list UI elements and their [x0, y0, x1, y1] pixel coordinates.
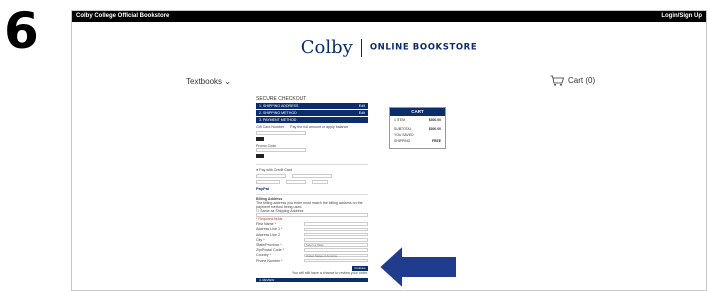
cart-summary: CART 1 ITEM $300.00 SUBTOTAL $300.00 YOU S…	[389, 107, 446, 149]
nav-textbooks-label: Textbooks	[186, 77, 223, 86]
cart-items-row: 1 ITEM $300.00	[390, 118, 445, 122]
gift-card-label: Gift Card Number	[256, 125, 285, 129]
continue-note: You will still have a chance to review y…	[291, 270, 368, 275]
logo-colby: Colby	[300, 37, 353, 58]
cart-saved-label: YOU SAVED	[394, 133, 414, 137]
step-label: 1. SHIPPING ADDRESS	[259, 104, 299, 108]
city-input[interactable]	[304, 237, 368, 242]
store-name[interactable]: Colby College Official Bookstore	[76, 11, 169, 22]
login-link[interactable]: Login/Sign Up	[661, 11, 702, 22]
step-shipping-address[interactable]: 1. SHIPPING ADDRESS Edit	[256, 103, 368, 109]
nav-cart[interactable]: Cart (0)	[550, 75, 595, 86]
logo-tagline: ONLINE BOOKSTORE	[369, 42, 478, 53]
logo-divider	[360, 38, 362, 57]
field-label: State/Province *	[256, 242, 282, 247]
phone-input[interactable]	[304, 258, 368, 263]
credit-card-label: Pay with Credit Card	[259, 167, 293, 172]
apply-gift-card-button[interactable]	[256, 137, 264, 141]
billing-field-row: Phone Number *	[256, 259, 368, 263]
first-name-input[interactable]	[304, 222, 368, 226]
billing-note: The billing address you enter must match…	[256, 201, 363, 209]
field-label: First Name *	[256, 222, 276, 227]
continue-button[interactable]: Continue	[352, 265, 368, 271]
cart-items-label: 1 ITEM	[394, 118, 405, 122]
card-fields-row-2	[256, 179, 368, 184]
cart-subtotal-row: SUBTOTAL $300.00	[390, 127, 445, 131]
address-line-2-input[interactable]	[304, 232, 368, 237]
step-number: 6	[4, 2, 39, 60]
card-type-select[interactable]	[256, 173, 286, 178]
checkbox-icon: ☐	[256, 209, 260, 213]
field-label: City *	[256, 237, 265, 242]
zip-input[interactable]	[304, 248, 368, 252]
billing-field-row: Address Line 1 *	[256, 227, 368, 231]
step-review[interactable]: 4. REVIEW	[256, 277, 368, 282]
pointer-arrow-icon	[377, 243, 458, 291]
card-fields-row	[256, 173, 368, 178]
step-shipping-method[interactable]: 2. SHIPPING METHOD Edit	[256, 110, 368, 116]
billing-field-row: Country * United States of America	[256, 253, 368, 257]
cart-shipping-label: SHIPPING	[394, 139, 411, 143]
step-edit[interactable]: Edit	[359, 110, 365, 116]
field-label: Zip/Postal Code *	[256, 248, 284, 253]
step-label: 3. PAYMENT METHOD	[259, 118, 297, 122]
cart-items-value: $300.00	[428, 118, 441, 122]
step-edit[interactable]: Edit	[359, 103, 365, 109]
gift-card-hint: Pay the full amount or apply balance	[290, 125, 349, 129]
billing-field-row: Address Line 2	[256, 233, 368, 237]
cart-shipping-row: SHIPPING FREE	[390, 139, 445, 143]
field-label: Country *	[256, 253, 271, 258]
expiration-select[interactable]	[286, 179, 306, 184]
divider	[256, 193, 368, 194]
state-select[interactable]: Select a State	[304, 243, 368, 247]
cart-label: Cart (0)	[568, 76, 596, 85]
cart-icon	[550, 75, 564, 86]
billing-field-row: City *	[256, 238, 368, 242]
divider	[256, 164, 368, 165]
radio-icon: ●	[256, 167, 259, 172]
chevron-down-icon: ⌄	[224, 77, 231, 86]
cart-shipping-value: FREE	[431, 139, 441, 143]
cardholder-input[interactable]	[256, 179, 280, 184]
gift-card-input[interactable]	[256, 131, 306, 135]
address-line-1-input[interactable]	[304, 227, 368, 232]
apply-promo-button[interactable]	[256, 154, 264, 158]
step-payment-method[interactable]: 3. PAYMENT METHOD	[256, 117, 368, 123]
same-as-shipping-label: Same as Shipping Address	[260, 209, 304, 213]
required-note: * Required fields	[256, 217, 283, 221]
cart-subtotal-label: SUBTOTAL	[394, 127, 412, 131]
billing-field-row: First Name *	[256, 222, 368, 226]
checkout-title: SECURE CHECKOUT	[256, 96, 307, 102]
promo-label: Promo Code	[256, 144, 277, 148]
credit-card-option[interactable]: ● Pay with Credit Card	[256, 168, 368, 172]
gift-card-row: Gift Card Number Pay the full amount or …	[256, 125, 368, 129]
billing-field-row: Zip/Postal Code *	[256, 248, 368, 252]
top-bar: Colby College Official Bookstore Login/S…	[72, 11, 706, 22]
country-select[interactable]: United States of America	[304, 253, 368, 258]
cart-summary-title: CART	[390, 108, 445, 116]
cart-subtotal-value: $300.00	[428, 127, 441, 131]
field-label: Address Line 2	[256, 232, 280, 237]
step-label: 2. SHIPPING METHOD	[259, 111, 297, 115]
checkout-panel: SECURE CHECKOUT 1. SHIPPING ADDRESS Edit …	[256, 96, 368, 282]
store-logo[interactable]: Colby ONLINE BOOKSTORE	[72, 37, 706, 58]
billing-field-row: State/Province * Select a State	[256, 243, 368, 247]
card-number-input[interactable]	[292, 173, 332, 178]
paypal-option[interactable]: PayPal	[256, 186, 368, 191]
field-label: Address Line 1 *	[256, 227, 283, 232]
cart-saved-row: YOU SAVED	[390, 133, 445, 137]
promo-input[interactable]	[256, 148, 306, 152]
cvv-input[interactable]	[312, 179, 328, 184]
paypal-logo: PayPal	[256, 185, 270, 191]
nav-textbooks[interactable]: Textbooks ⌄	[186, 77, 231, 86]
field-label: Phone Number *	[256, 258, 283, 263]
